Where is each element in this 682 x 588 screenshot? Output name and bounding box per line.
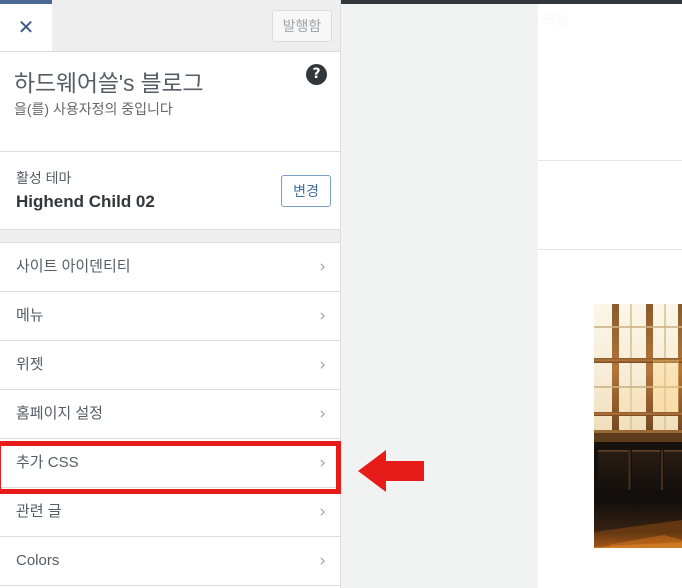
chevron-right-icon: › (319, 306, 326, 326)
panel-divider-strip (0, 230, 340, 243)
sidebar-item-additional-css[interactable]: 추가 CSS › (0, 439, 340, 488)
customizer-window: 리뷰 ✕ 발행함 하드웨어쓸's 블로그 을(를) 사용자정의 중입니다 ? 활… (0, 0, 682, 588)
chevron-right-icon: › (319, 404, 326, 424)
sidebar-item-colors[interactable]: Colors › (0, 537, 340, 586)
sidebar-item-menus[interactable]: 메뉴 › (0, 292, 340, 341)
sidebar-item-label: 관련 글 (16, 503, 62, 520)
site-subtitle: 을(를) 사용자정의 중입니다 (14, 101, 173, 117)
chevron-right-icon: › (319, 355, 326, 375)
sidebar-item-homepage-settings[interactable]: 홈페이지 설정 › (0, 390, 340, 439)
sidebar-item-label: 추가 CSS (16, 454, 79, 471)
theme-preview-area[interactable]: 리뷰 (341, 0, 682, 588)
close-customizer-button[interactable]: ✕ (0, 0, 52, 51)
preview-block-post[interactable] (538, 251, 682, 588)
preview-content-column[interactable]: 리뷰 (538, 4, 682, 588)
sidebar-item-label: 홈페이지 설정 (16, 405, 103, 422)
preview-photo (594, 304, 682, 548)
close-x-icon: ✕ (17, 14, 35, 39)
preview-block-secondary[interactable] (538, 162, 682, 250)
sidebar-item-label: 메뉴 (16, 307, 44, 324)
chevron-right-icon: › (319, 257, 326, 277)
publish-button[interactable]: 발행함 (272, 10, 332, 42)
preview-faint-title: 리뷰 (542, 13, 571, 30)
sidebar-item-widgets[interactable]: 위젯 › (0, 341, 340, 390)
customizer-actions-bar: ✕ 발행함 (0, 0, 340, 52)
active-theme-panel: 활성 테마 Highend Child 02 변경 (0, 153, 340, 230)
sidebar-item-label: 위젯 (16, 356, 44, 373)
chevron-right-icon: › (319, 453, 326, 473)
active-theme-name: Highend Child 02 (16, 192, 155, 211)
sidebar-item-label: 사이트 아이덴티티 (16, 258, 131, 275)
active-theme-label: 활성 테마 (16, 170, 72, 186)
chevron-right-icon: › (319, 502, 326, 522)
sidebar-item-related-posts[interactable]: 관련 글 › (0, 488, 340, 537)
site-title: 하드웨어쓸's 블로그 (14, 70, 204, 96)
customizer-sidebar: ✕ 발행함 하드웨어쓸's 블로그 을(를) 사용자정의 중입니다 ? 활성 테… (0, 0, 341, 588)
sidebar-item-label: Colors (16, 552, 60, 569)
preview-block-header[interactable]: 리뷰 (538, 4, 682, 161)
sidebar-item-site-identity[interactable]: 사이트 아이덴티티 › (0, 243, 340, 292)
chevron-right-icon: › (319, 551, 326, 571)
preview-side-gutter (341, 4, 538, 588)
customizer-section-list: 사이트 아이덴티티 › 메뉴 › 위젯 › 홈페이지 설정 › 추가 CSS › 관련 글 › Colo… (0, 243, 340, 586)
site-header-panel: 하드웨어쓸's 블로그 을(를) 사용자정의 중입니다 ? (0, 52, 340, 152)
question-mark-icon[interactable]: ? (306, 64, 327, 85)
change-theme-button[interactable]: 변경 (281, 175, 331, 207)
